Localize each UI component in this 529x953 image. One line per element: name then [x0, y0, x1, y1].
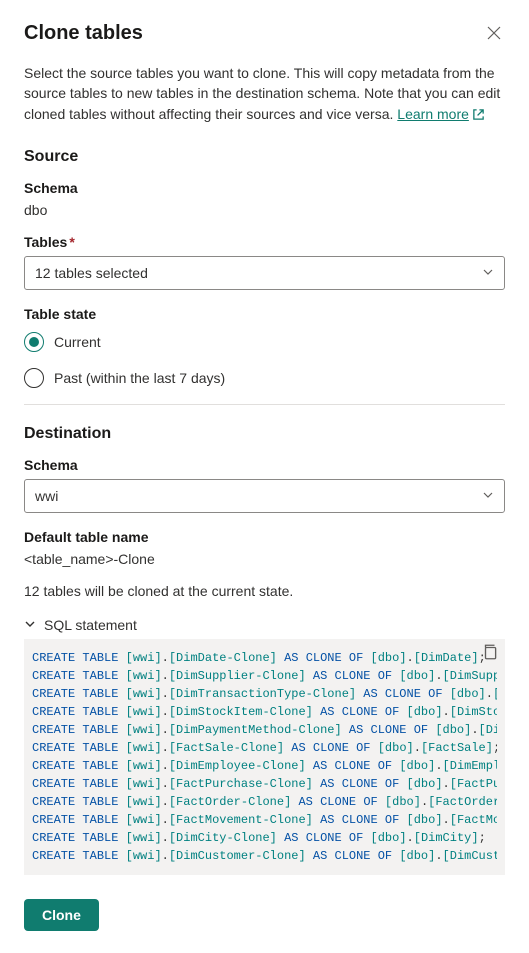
- clone-status-text: 12 tables will be cloned at the current …: [24, 583, 505, 599]
- page-title: Clone tables: [24, 22, 143, 45]
- radio-past-label: Past (within the last 7 days): [54, 370, 225, 386]
- source-schema-value: dbo: [24, 202, 505, 218]
- radio-current-label: Current: [54, 334, 101, 350]
- table-state-label: Table state: [24, 306, 505, 322]
- default-table-name-value: <table_name>-Clone: [24, 551, 505, 567]
- sql-code-block: CREATE TABLE [wwi].[DimDate-Clone] AS CL…: [24, 639, 505, 875]
- learn-more-link[interactable]: Learn more: [397, 106, 469, 122]
- radio-icon: [24, 332, 44, 352]
- source-section-title: Source: [24, 148, 505, 166]
- sql-line: CREATE TABLE [wwi].[DimCustomer-Clone] A…: [32, 847, 497, 865]
- chevron-down-icon: [24, 617, 36, 633]
- source-schema-label: Schema: [24, 180, 505, 196]
- tables-dropdown-value: 12 tables selected: [35, 265, 148, 281]
- tables-label: Tables*: [24, 234, 505, 250]
- sql-statement-toggle[interactable]: SQL statement: [24, 611, 505, 639]
- sql-line: CREATE TABLE [wwi].[FactMovement-Clone] …: [32, 811, 497, 829]
- destination-section-title: Destination: [24, 425, 505, 443]
- sql-line: CREATE TABLE [wwi].[DimEmployee-Clone] A…: [32, 757, 497, 775]
- sql-line: CREATE TABLE [wwi].[DimDate-Clone] AS CL…: [32, 649, 497, 667]
- radio-current[interactable]: Current: [24, 332, 505, 352]
- default-table-name-label: Default table name: [24, 529, 505, 545]
- radio-past[interactable]: Past (within the last 7 days): [24, 368, 505, 388]
- chevron-down-icon: [482, 488, 494, 504]
- sql-line: CREATE TABLE [wwi].[FactPurchase-Clone] …: [32, 775, 497, 793]
- radio-icon: [24, 368, 44, 388]
- external-link-icon: [472, 106, 485, 126]
- sql-line: CREATE TABLE [wwi].[DimCity-Clone] AS CL…: [32, 829, 497, 847]
- copy-icon[interactable]: [481, 643, 499, 661]
- dest-schema-value: wwi: [35, 488, 58, 504]
- sql-line: CREATE TABLE [wwi].[FactOrder-Clone] AS …: [32, 793, 497, 811]
- dest-schema-label: Schema: [24, 457, 505, 473]
- dest-schema-dropdown[interactable]: wwi: [24, 479, 505, 513]
- sql-statement-label: SQL statement: [44, 617, 137, 633]
- close-button[interactable]: [483, 22, 505, 47]
- sql-line: CREATE TABLE [wwi].[DimStockItem-Clone] …: [32, 703, 497, 721]
- close-icon: [487, 26, 501, 40]
- sql-line: CREATE TABLE [wwi].[DimSupplier-Clone] A…: [32, 667, 497, 685]
- sql-line: CREATE TABLE [wwi].[FactSale-Clone] AS C…: [32, 739, 497, 757]
- description-text: Select the source tables you want to clo…: [24, 63, 505, 126]
- chevron-down-icon: [482, 265, 494, 281]
- sql-line: CREATE TABLE [wwi].[DimTransactionType-C…: [32, 685, 497, 703]
- clone-button[interactable]: Clone: [24, 899, 99, 931]
- tables-dropdown[interactable]: 12 tables selected: [24, 256, 505, 290]
- section-divider: [24, 404, 505, 405]
- sql-line: CREATE TABLE [wwi].[DimPaymentMethod-Clo…: [32, 721, 497, 739]
